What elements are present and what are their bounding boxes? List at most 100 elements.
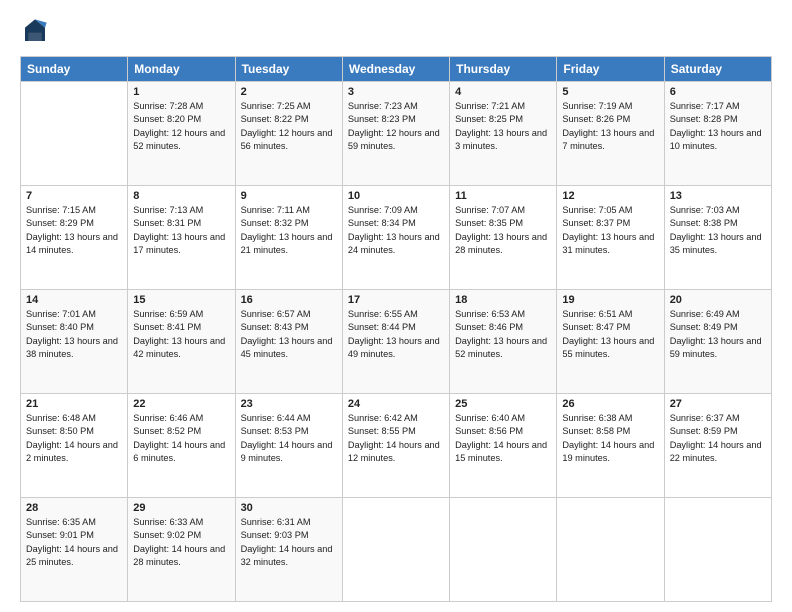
calendar-cell: 12 Sunrise: 7:05 AM Sunset: 8:37 PM Dayl… [557,186,664,290]
day-number: 24 [348,398,444,410]
weekday-header-row: SundayMondayTuesdayWednesdayThursdayFrid… [21,57,772,82]
daylight-text: Daylight: 13 hours and 7 minutes. [562,128,654,151]
daylight-text: Daylight: 13 hours and 24 minutes. [348,232,440,255]
day-info: Sunrise: 6:35 AM Sunset: 9:01 PM Dayligh… [26,516,122,569]
day-info: Sunrise: 7:11 AM Sunset: 8:32 PM Dayligh… [241,204,337,257]
day-info: Sunrise: 6:53 AM Sunset: 8:46 PM Dayligh… [455,308,551,361]
day-info: Sunrise: 7:09 AM Sunset: 8:34 PM Dayligh… [348,204,444,257]
day-number: 5 [562,86,658,98]
day-info: Sunrise: 6:44 AM Sunset: 8:53 PM Dayligh… [241,412,337,465]
weekday-header-monday: Monday [128,57,235,82]
day-number: 2 [241,86,337,98]
calendar-cell: 6 Sunrise: 7:17 AM Sunset: 8:28 PM Dayli… [664,82,771,186]
sunrise-text: Sunrise: 6:40 AM [455,413,525,423]
sunset-text: Sunset: 8:59 PM [670,426,738,436]
weekday-header-thursday: Thursday [450,57,557,82]
sunrise-text: Sunrise: 7:23 AM [348,101,418,111]
calendar-cell: 16 Sunrise: 6:57 AM Sunset: 8:43 PM Dayl… [235,290,342,394]
sunrise-text: Sunrise: 6:48 AM [26,413,96,423]
day-info: Sunrise: 6:59 AM Sunset: 8:41 PM Dayligh… [133,308,229,361]
day-number: 23 [241,398,337,410]
daylight-text: Daylight: 14 hours and 2 minutes. [26,440,118,463]
daylight-text: Daylight: 14 hours and 15 minutes. [455,440,547,463]
daylight-text: Daylight: 12 hours and 56 minutes. [241,128,333,151]
day-number: 15 [133,294,229,306]
day-number: 29 [133,502,229,514]
day-info: Sunrise: 6:55 AM Sunset: 8:44 PM Dayligh… [348,308,444,361]
daylight-text: Daylight: 13 hours and 42 minutes. [133,336,225,359]
calendar-cell: 14 Sunrise: 7:01 AM Sunset: 8:40 PM Dayl… [21,290,128,394]
sunrise-text: Sunrise: 7:03 AM [670,205,740,215]
daylight-text: Daylight: 13 hours and 14 minutes. [26,232,118,255]
calendar-week-3: 14 Sunrise: 7:01 AM Sunset: 8:40 PM Dayl… [21,290,772,394]
day-number: 20 [670,294,766,306]
sunset-text: Sunset: 8:53 PM [241,426,309,436]
sunset-text: Sunset: 9:03 PM [241,530,309,540]
day-info: Sunrise: 6:49 AM Sunset: 8:49 PM Dayligh… [670,308,766,361]
sunrise-text: Sunrise: 6:51 AM [562,309,632,319]
day-number: 14 [26,294,122,306]
day-number: 4 [455,86,551,98]
day-info: Sunrise: 7:25 AM Sunset: 8:22 PM Dayligh… [241,100,337,153]
sunrise-text: Sunrise: 7:19 AM [562,101,632,111]
daylight-text: Daylight: 12 hours and 59 minutes. [348,128,440,151]
sunset-text: Sunset: 8:20 PM [133,114,201,124]
day-info: Sunrise: 6:33 AM Sunset: 9:02 PM Dayligh… [133,516,229,569]
weekday-header-saturday: Saturday [664,57,771,82]
calendar-week-2: 7 Sunrise: 7:15 AM Sunset: 8:29 PM Dayli… [21,186,772,290]
sunset-text: Sunset: 8:43 PM [241,322,309,332]
day-number: 21 [26,398,122,410]
calendar-cell: 23 Sunrise: 6:44 AM Sunset: 8:53 PM Dayl… [235,394,342,498]
calendar-cell: 20 Sunrise: 6:49 AM Sunset: 8:49 PM Dayl… [664,290,771,394]
sunrise-text: Sunrise: 6:57 AM [241,309,311,319]
calendar-table: SundayMondayTuesdayWednesdayThursdayFrid… [20,56,772,602]
day-info: Sunrise: 7:15 AM Sunset: 8:29 PM Dayligh… [26,204,122,257]
day-number: 6 [670,86,766,98]
day-number: 8 [133,190,229,202]
sunrise-text: Sunrise: 6:42 AM [348,413,418,423]
calendar-cell [450,498,557,602]
sunset-text: Sunset: 9:01 PM [26,530,94,540]
sunset-text: Sunset: 8:31 PM [133,218,201,228]
calendar-cell: 27 Sunrise: 6:37 AM Sunset: 8:59 PM Dayl… [664,394,771,498]
logo [20,16,54,46]
daylight-text: Daylight: 14 hours and 9 minutes. [241,440,333,463]
daylight-text: Daylight: 14 hours and 12 minutes. [348,440,440,463]
sunset-text: Sunset: 8:35 PM [455,218,523,228]
sunrise-text: Sunrise: 7:09 AM [348,205,418,215]
calendar-week-5: 28 Sunrise: 6:35 AM Sunset: 9:01 PM Dayl… [21,498,772,602]
day-number: 13 [670,190,766,202]
daylight-text: Daylight: 13 hours and 3 minutes. [455,128,547,151]
day-info: Sunrise: 7:28 AM Sunset: 8:20 PM Dayligh… [133,100,229,153]
daylight-text: Daylight: 13 hours and 55 minutes. [562,336,654,359]
calendar-cell: 24 Sunrise: 6:42 AM Sunset: 8:55 PM Dayl… [342,394,449,498]
sunrise-text: Sunrise: 7:07 AM [455,205,525,215]
day-number: 30 [241,502,337,514]
calendar-cell [342,498,449,602]
sunset-text: Sunset: 8:28 PM [670,114,738,124]
daylight-text: Daylight: 13 hours and 49 minutes. [348,336,440,359]
sunset-text: Sunset: 8:52 PM [133,426,201,436]
day-number: 9 [241,190,337,202]
calendar-cell: 8 Sunrise: 7:13 AM Sunset: 8:31 PM Dayli… [128,186,235,290]
daylight-text: Daylight: 13 hours and 45 minutes. [241,336,333,359]
sunrise-text: Sunrise: 7:11 AM [241,205,310,215]
day-info: Sunrise: 7:17 AM Sunset: 8:28 PM Dayligh… [670,100,766,153]
page: SundayMondayTuesdayWednesdayThursdayFrid… [0,0,792,612]
day-info: Sunrise: 6:42 AM Sunset: 8:55 PM Dayligh… [348,412,444,465]
day-info: Sunrise: 6:57 AM Sunset: 8:43 PM Dayligh… [241,308,337,361]
day-info: Sunrise: 7:23 AM Sunset: 8:23 PM Dayligh… [348,100,444,153]
daylight-text: Daylight: 13 hours and 38 minutes. [26,336,118,359]
day-number: 28 [26,502,122,514]
daylight-text: Daylight: 14 hours and 6 minutes. [133,440,225,463]
daylight-text: Daylight: 13 hours and 10 minutes. [670,128,762,151]
sunset-text: Sunset: 8:29 PM [26,218,94,228]
calendar-cell [21,82,128,186]
daylight-text: Daylight: 14 hours and 25 minutes. [26,544,118,567]
logo-icon [20,16,50,46]
sunrise-text: Sunrise: 6:55 AM [348,309,418,319]
sunset-text: Sunset: 8:40 PM [26,322,94,332]
day-number: 16 [241,294,337,306]
sunset-text: Sunset: 8:22 PM [241,114,309,124]
sunrise-text: Sunrise: 6:44 AM [241,413,311,423]
